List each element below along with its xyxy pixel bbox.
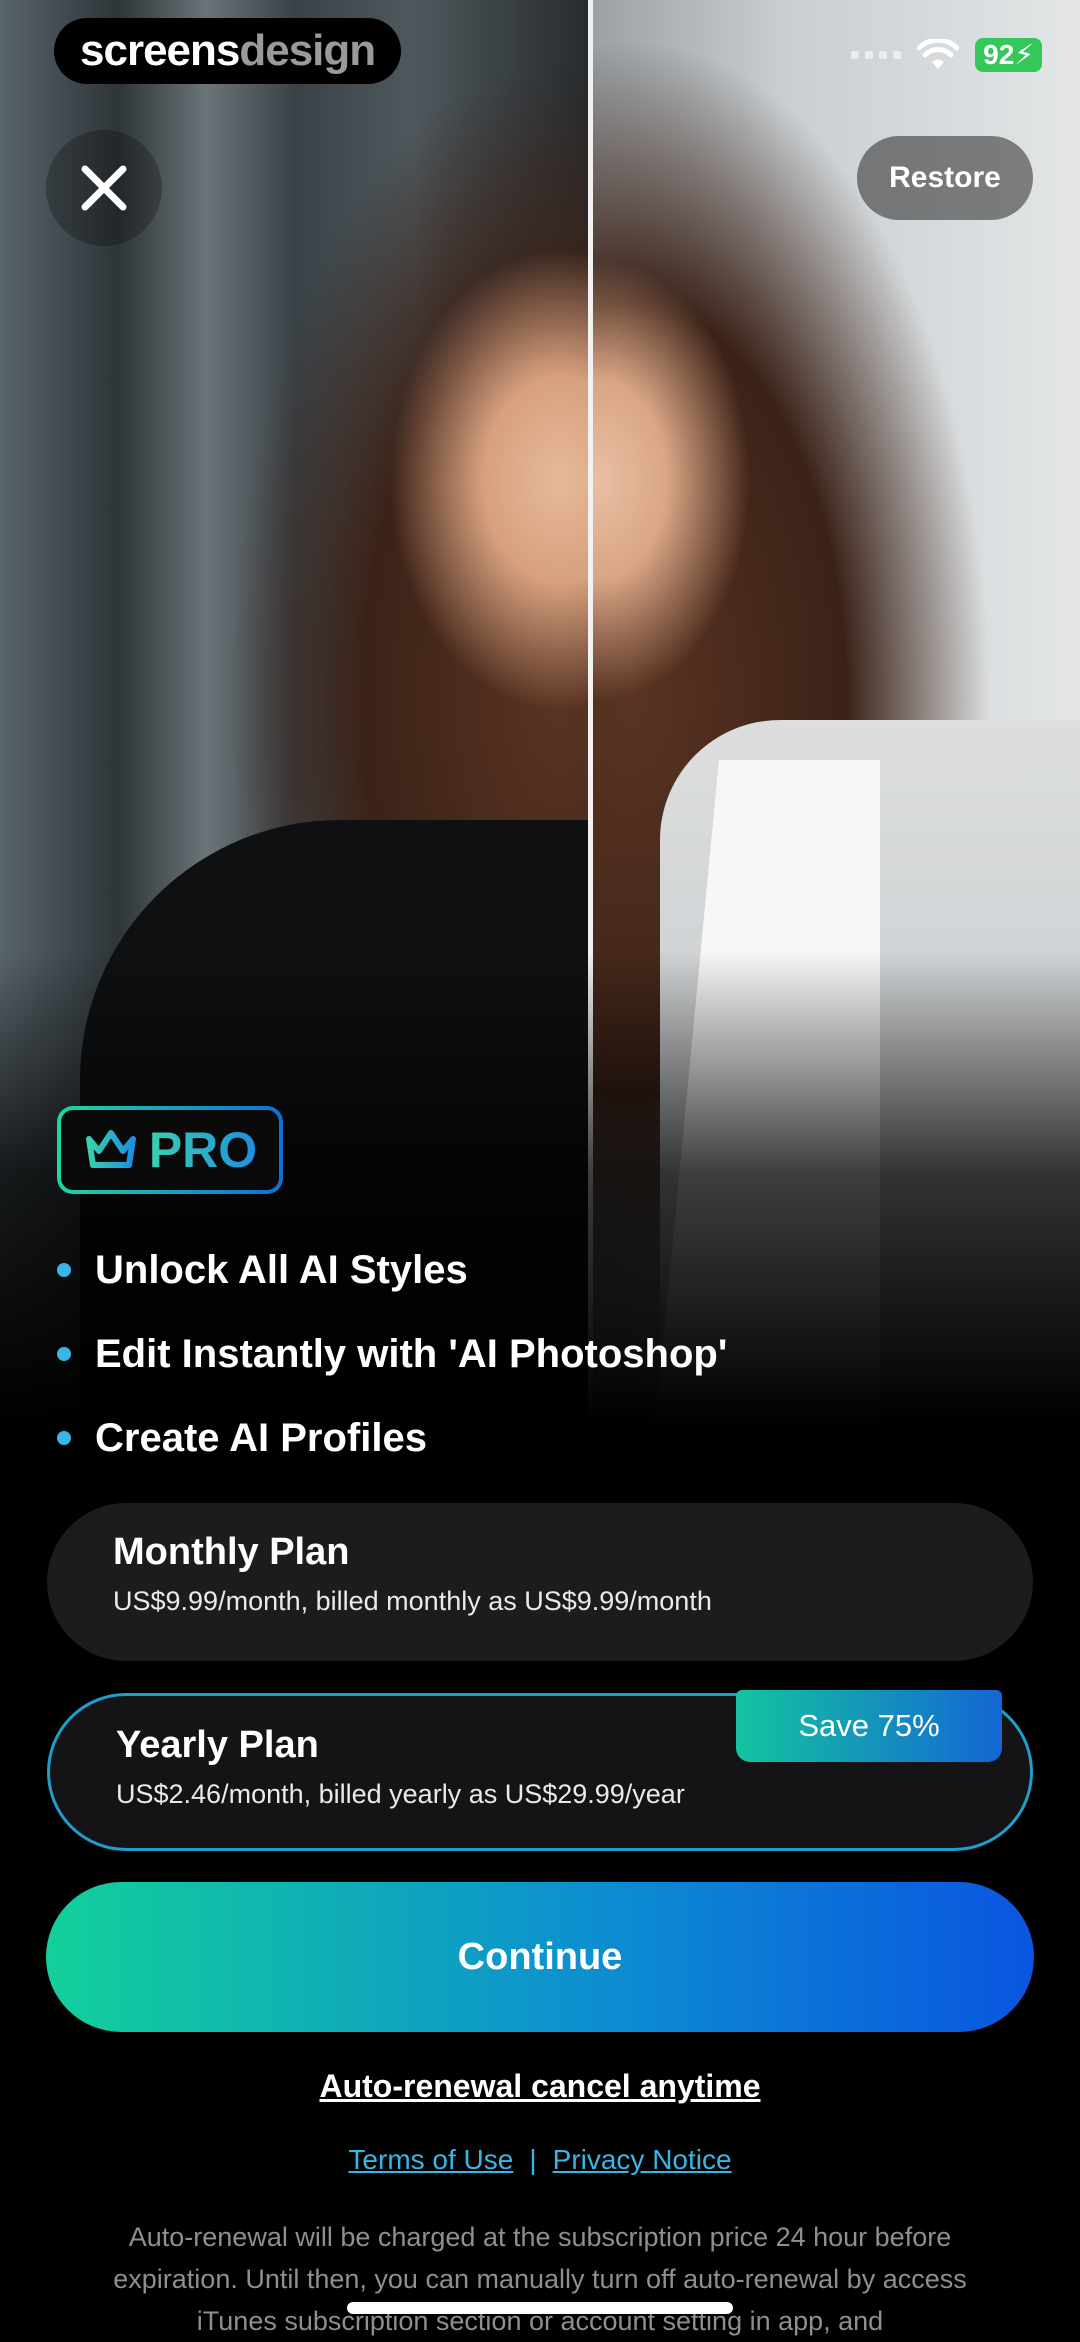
crown-icon xyxy=(85,1130,136,1168)
terms-of-use-link[interactable]: Terms of Use xyxy=(348,2144,513,2175)
feature-text: Edit Instantly with 'AI Photoshop' xyxy=(95,1331,728,1376)
feature-item: Edit Instantly with 'AI Photoshop' xyxy=(57,1312,727,1396)
watermark-logo: screens design xyxy=(54,18,402,84)
bullet-icon xyxy=(57,1431,71,1445)
watermark-part2: design xyxy=(239,26,376,75)
save-badge: Save 75% xyxy=(736,1690,1002,1762)
restore-button[interactable]: Restore xyxy=(857,136,1033,220)
bullet-icon xyxy=(57,1263,71,1277)
feature-list: Unlock All AI Styles Edit Instantly with… xyxy=(57,1228,727,1480)
wifi-icon xyxy=(917,39,960,69)
signal-icon xyxy=(851,51,902,59)
plan-description: US$9.99/month, billed monthly as US$9.99… xyxy=(113,1586,712,1616)
battery-level: 92 xyxy=(983,39,1015,70)
feature-text: Unlock All AI Styles xyxy=(95,1247,468,1292)
battery-icon: 92⚡ xyxy=(975,38,1042,72)
legal-text: Auto-renewal will be charged at the subs… xyxy=(113,2222,967,2336)
close-icon xyxy=(81,165,127,211)
pro-badge: PRO xyxy=(57,1106,283,1194)
monthly-plan-option[interactable]: Monthly Plan US$9.99/month, billed month… xyxy=(47,1503,1033,1661)
legal-links: Terms of Use | Privacy Notice xyxy=(0,2144,1080,2176)
status-bar: 92⚡ xyxy=(851,38,1042,72)
bullet-icon xyxy=(57,1347,71,1361)
continue-button[interactable]: Continue xyxy=(46,1882,1034,2032)
privacy-notice-link[interactable]: Privacy Notice xyxy=(553,2144,732,2175)
link-separator: | xyxy=(529,2144,537,2175)
plan-title: Monthly Plan xyxy=(113,1531,350,1573)
pro-label: PRO xyxy=(148,1122,258,1178)
watermark-part1: screens xyxy=(80,26,240,75)
home-indicator[interactable] xyxy=(347,2302,733,2314)
auto-renewal-link[interactable]: Auto-renewal cancel anytime xyxy=(0,2068,1080,2105)
yearly-plan-option[interactable]: Save 75% Yearly Plan US$2.46/month, bill… xyxy=(47,1690,1033,1851)
feature-item: Unlock All AI Styles xyxy=(57,1228,727,1312)
close-button[interactable] xyxy=(46,130,162,246)
plan-description: US$2.46/month, billed yearly as US$29.99… xyxy=(116,1779,685,1809)
feature-text: Create AI Profiles xyxy=(95,1415,427,1460)
feature-item: Create AI Profiles xyxy=(57,1396,727,1480)
